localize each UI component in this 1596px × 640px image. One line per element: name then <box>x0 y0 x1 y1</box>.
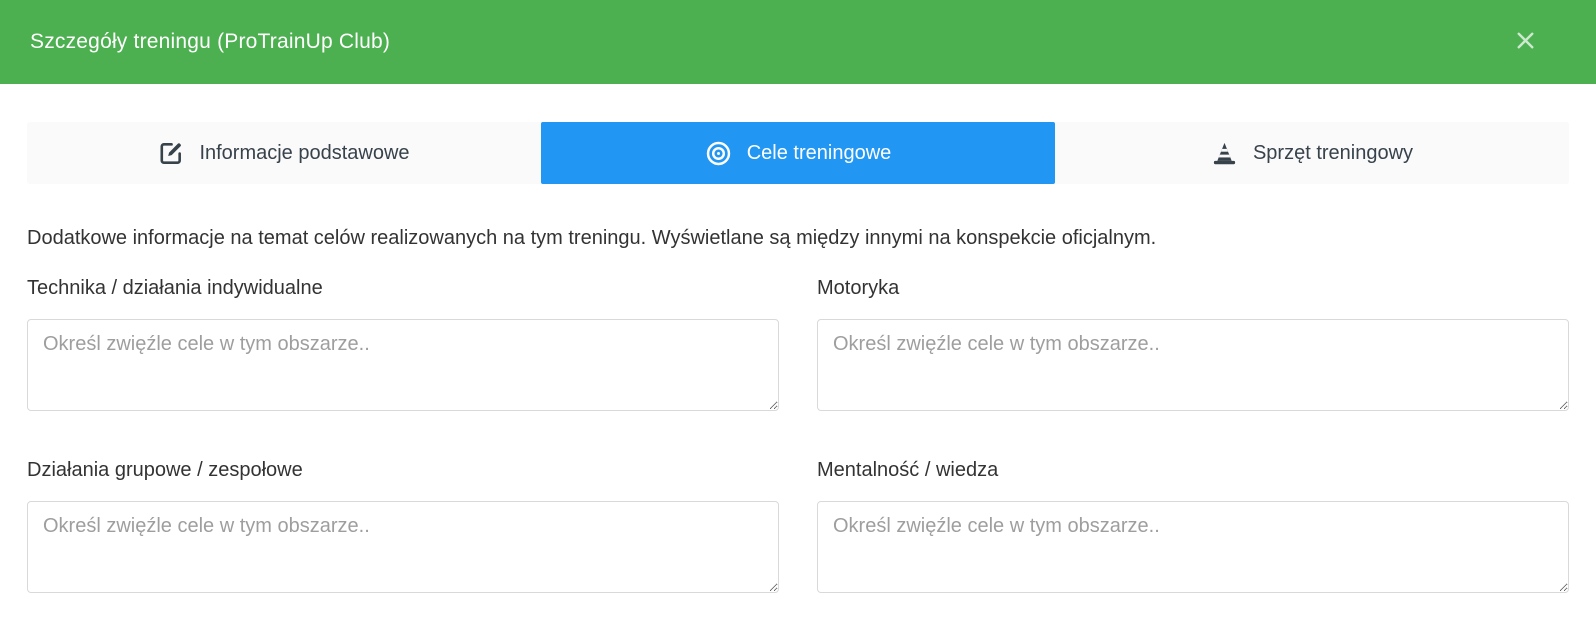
modal-header: Szczegóły treningu (ProTrainUp Club) <box>0 0 1596 84</box>
edit-square-icon <box>158 140 184 166</box>
tab-informacje-podstawowe[interactable]: Informacje podstawowe <box>27 122 541 184</box>
tab-label: Sprzęt treningowy <box>1253 142 1413 165</box>
field-dzialania-grupowe: Działania grupowe / zespołowe <box>27 459 779 598</box>
technika-textarea[interactable] <box>27 319 779 411</box>
tab-cele-treningowe[interactable]: Cele treningowe <box>541 122 1055 184</box>
field-label-dzialania-grupowe: Działania grupowe / zespołowe <box>27 459 779 482</box>
dzialania-grupowe-textarea[interactable] <box>27 501 779 593</box>
modal-body: Informacje podstawowe Cele treningowe <box>0 122 1596 598</box>
tab-description: Dodatkowe informacje na temat celów real… <box>27 224 1569 252</box>
tab-label: Cele treningowe <box>747 142 892 165</box>
tab-bar: Informacje podstawowe Cele treningowe <box>27 122 1569 184</box>
motoryka-textarea[interactable] <box>817 319 1569 411</box>
close-icon <box>1513 28 1538 56</box>
modal-title: Szczegóły treningu (ProTrainUp Club) <box>30 30 390 54</box>
tab-label: Informacje podstawowe <box>199 142 409 165</box>
traffic-cone-icon <box>1211 140 1238 167</box>
field-label-mentalnosc: Mentalność / wiedza <box>817 459 1569 482</box>
close-button[interactable] <box>1507 22 1544 62</box>
field-technika: Technika / działania indywidualne <box>27 277 779 416</box>
field-label-motoryka: Motoryka <box>817 277 1569 300</box>
field-motoryka: Motoryka <box>817 277 1569 416</box>
field-mentalnosc: Mentalność / wiedza <box>817 459 1569 598</box>
tab-sprzet-treningowy[interactable]: Sprzęt treningowy <box>1055 122 1569 184</box>
target-icon <box>705 140 732 167</box>
goals-form: Technika / działania indywidualne Motory… <box>27 277 1569 598</box>
field-label-technika: Technika / działania indywidualne <box>27 277 779 300</box>
mentalnosc-textarea[interactable] <box>817 501 1569 593</box>
